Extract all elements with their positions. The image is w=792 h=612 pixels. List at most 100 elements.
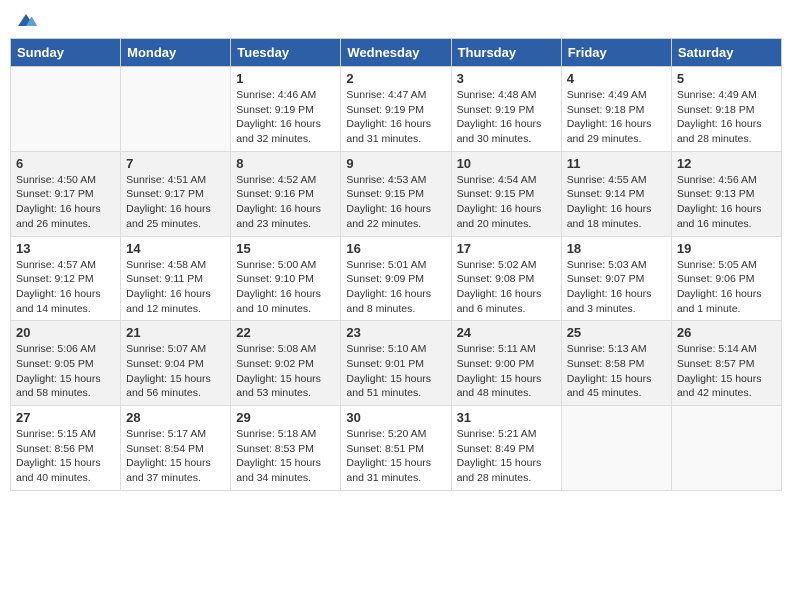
day-number: 19 xyxy=(677,241,776,256)
day-number: 16 xyxy=(346,241,445,256)
day-number: 18 xyxy=(567,241,666,256)
calendar-cell: 16 Sunrise: 5:01 AM Sunset: 9:09 PM Dayli… xyxy=(341,236,451,321)
day-number: 30 xyxy=(346,410,445,425)
calendar-cell: 19 Sunrise: 5:05 AM Sunset: 9:06 PM Dayli… xyxy=(671,236,781,321)
day-detail: Sunrise: 5:07 AM Sunset: 9:04 PM Dayligh… xyxy=(126,342,225,401)
calendar-cell: 5 Sunrise: 4:49 AM Sunset: 9:18 PM Daylig… xyxy=(671,67,781,152)
day-number: 27 xyxy=(16,410,115,425)
calendar-cell: 25Sunrise: 5:13 AM Sunset: 8:58 PM Dayli… xyxy=(561,321,671,406)
day-number: 9 xyxy=(346,156,445,171)
calendar-cell: 11Sunrise: 4:55 AM Sunset: 9:14 PM Dayli… xyxy=(561,151,671,236)
calendar-cell: 28 Sunrise: 5:17 AM Sunset: 8:54 PM Dayli… xyxy=(121,406,231,491)
calendar-cell: 29 Sunrise: 5:18 AM Sunset: 8:53 PM Dayli… xyxy=(231,406,341,491)
day-detail: Sunrise: 4:57 AM Sunset: 9:12 PM Dayligh… xyxy=(16,258,115,317)
day-number: 22 xyxy=(236,325,335,340)
day-detail: Sunrise: 4:54 AM Sunset: 9:15 PM Dayligh… xyxy=(457,173,556,232)
calendar-cell: 18Sunrise: 5:03 AM Sunset: 9:07 PM Dayli… xyxy=(561,236,671,321)
day-detail: Sunrise: 5:14 AM Sunset: 8:57 PM Dayligh… xyxy=(677,342,776,401)
day-number: 31 xyxy=(457,410,556,425)
column-header-monday: Monday xyxy=(121,39,231,67)
day-number: 21 xyxy=(126,325,225,340)
day-detail: Sunrise: 4:49 AM Sunset: 9:18 PM Dayligh… xyxy=(677,88,776,147)
calendar-week-row: 27Sunrise: 5:15 AM Sunset: 8:56 PM Dayli… xyxy=(11,406,782,491)
day-detail: Sunrise: 5:11 AM Sunset: 9:00 PM Dayligh… xyxy=(457,342,556,401)
column-header-thursday: Thursday xyxy=(451,39,561,67)
day-detail: Sunrise: 5:08 AM Sunset: 9:02 PM Dayligh… xyxy=(236,342,335,401)
calendar-week-row: 20 Sunrise: 5:06 AM Sunset: 9:05 PM Dayli… xyxy=(11,321,782,406)
day-number: 10 xyxy=(457,156,556,171)
day-number: 12 xyxy=(677,156,776,171)
day-detail: Sunrise: 4:46 AM Sunset: 9:19 PM Dayligh… xyxy=(236,88,335,147)
calendar-week-row: 13Sunrise: 4:57 AM Sunset: 9:12 PM Dayli… xyxy=(11,236,782,321)
calendar-cell xyxy=(561,406,671,491)
day-detail: Sunrise: 4:58 AM Sunset: 9:11 PM Dayligh… xyxy=(126,258,225,317)
day-detail: Sunrise: 5:18 AM Sunset: 8:53 PM Dayligh… xyxy=(236,427,335,486)
day-number: 5 xyxy=(677,71,776,86)
calendar-cell: 2 Sunrise: 4:47 AM Sunset: 9:19 PM Daylig… xyxy=(341,67,451,152)
column-header-saturday: Saturday xyxy=(671,39,781,67)
calendar-cell: 3 Sunrise: 4:48 AM Sunset: 9:19 PM Daylig… xyxy=(451,67,561,152)
day-detail: Sunrise: 4:47 AM Sunset: 9:19 PM Dayligh… xyxy=(346,88,445,147)
calendar-cell: 17 Sunrise: 5:02 AM Sunset: 9:08 PM Dayli… xyxy=(451,236,561,321)
calendar-cell: 21 Sunrise: 5:07 AM Sunset: 9:04 PM Dayli… xyxy=(121,321,231,406)
day-number: 6 xyxy=(16,156,115,171)
calendar-cell: 15 Sunrise: 5:00 AM Sunset: 9:10 PM Dayli… xyxy=(231,236,341,321)
day-number: 24 xyxy=(457,325,556,340)
day-detail: Sunrise: 5:02 AM Sunset: 9:08 PM Dayligh… xyxy=(457,258,556,317)
day-detail: Sunrise: 5:05 AM Sunset: 9:06 PM Dayligh… xyxy=(677,258,776,317)
day-detail: Sunrise: 4:52 AM Sunset: 9:16 PM Dayligh… xyxy=(236,173,335,232)
calendar-cell: 23 Sunrise: 5:10 AM Sunset: 9:01 PM Dayli… xyxy=(341,321,451,406)
day-number: 7 xyxy=(126,156,225,171)
day-number: 23 xyxy=(346,325,445,340)
calendar-cell: 26Sunrise: 5:14 AM Sunset: 8:57 PM Dayli… xyxy=(671,321,781,406)
day-number: 8 xyxy=(236,156,335,171)
day-detail: Sunrise: 5:06 AM Sunset: 9:05 PM Dayligh… xyxy=(16,342,115,401)
day-detail: Sunrise: 5:13 AM Sunset: 8:58 PM Dayligh… xyxy=(567,342,666,401)
day-detail: Sunrise: 4:51 AM Sunset: 9:17 PM Dayligh… xyxy=(126,173,225,232)
column-header-friday: Friday xyxy=(561,39,671,67)
column-header-sunday: Sunday xyxy=(11,39,121,67)
logo xyxy=(14,10,40,30)
day-detail: Sunrise: 5:00 AM Sunset: 9:10 PM Dayligh… xyxy=(236,258,335,317)
calendar-cell: 20 Sunrise: 5:06 AM Sunset: 9:05 PM Dayli… xyxy=(11,321,121,406)
calendar-cell xyxy=(121,67,231,152)
calendar-table: SundayMondayTuesdayWednesdayThursdayFrid… xyxy=(10,38,782,491)
day-number: 3 xyxy=(457,71,556,86)
day-detail: Sunrise: 5:10 AM Sunset: 9:01 PM Dayligh… xyxy=(346,342,445,401)
day-detail: Sunrise: 4:56 AM Sunset: 9:13 PM Dayligh… xyxy=(677,173,776,232)
day-number: 29 xyxy=(236,410,335,425)
day-detail: Sunrise: 4:48 AM Sunset: 9:19 PM Dayligh… xyxy=(457,88,556,147)
calendar-cell: 24 Sunrise: 5:11 AM Sunset: 9:00 PM Dayli… xyxy=(451,321,561,406)
calendar-cell: 7 Sunrise: 4:51 AM Sunset: 9:17 PM Daylig… xyxy=(121,151,231,236)
calendar-cell: 27Sunrise: 5:15 AM Sunset: 8:56 PM Dayli… xyxy=(11,406,121,491)
day-detail: Sunrise: 5:17 AM Sunset: 8:54 PM Dayligh… xyxy=(126,427,225,486)
calendar-week-row: 6 Sunrise: 4:50 AM Sunset: 9:17 PM Daylig… xyxy=(11,151,782,236)
day-detail: Sunrise: 4:55 AM Sunset: 9:14 PM Dayligh… xyxy=(567,173,666,232)
day-number: 4 xyxy=(567,71,666,86)
column-header-tuesday: Tuesday xyxy=(231,39,341,67)
page-header xyxy=(10,10,782,30)
calendar-cell: 22 Sunrise: 5:08 AM Sunset: 9:02 PM Dayli… xyxy=(231,321,341,406)
calendar-cell: 13Sunrise: 4:57 AM Sunset: 9:12 PM Dayli… xyxy=(11,236,121,321)
calendar-cell: 12 Sunrise: 4:56 AM Sunset: 9:13 PM Dayli… xyxy=(671,151,781,236)
calendar-cell: 6 Sunrise: 4:50 AM Sunset: 9:17 PM Daylig… xyxy=(11,151,121,236)
calendar-cell: 4Sunrise: 4:49 AM Sunset: 9:18 PM Daylig… xyxy=(561,67,671,152)
calendar-cell: 31Sunrise: 5:21 AM Sunset: 8:49 PM Dayli… xyxy=(451,406,561,491)
day-number: 20 xyxy=(16,325,115,340)
day-detail: Sunrise: 4:53 AM Sunset: 9:15 PM Dayligh… xyxy=(346,173,445,232)
calendar-cell: 10 Sunrise: 4:54 AM Sunset: 9:15 PM Dayli… xyxy=(451,151,561,236)
column-header-wednesday: Wednesday xyxy=(341,39,451,67)
calendar-cell: 9 Sunrise: 4:53 AM Sunset: 9:15 PM Daylig… xyxy=(341,151,451,236)
calendar-cell: 30Sunrise: 5:20 AM Sunset: 8:51 PM Dayli… xyxy=(341,406,451,491)
day-number: 17 xyxy=(457,241,556,256)
day-number: 2 xyxy=(346,71,445,86)
logo-icon xyxy=(14,10,38,30)
day-number: 15 xyxy=(236,241,335,256)
day-number: 28 xyxy=(126,410,225,425)
day-detail: Sunrise: 4:50 AM Sunset: 9:17 PM Dayligh… xyxy=(16,173,115,232)
calendar-header-row: SundayMondayTuesdayWednesdayThursdayFrid… xyxy=(11,39,782,67)
calendar-cell: 1Sunrise: 4:46 AM Sunset: 9:19 PM Daylig… xyxy=(231,67,341,152)
calendar-week-row: 1Sunrise: 4:46 AM Sunset: 9:19 PM Daylig… xyxy=(11,67,782,152)
day-detail: Sunrise: 5:01 AM Sunset: 9:09 PM Dayligh… xyxy=(346,258,445,317)
calendar-cell xyxy=(11,67,121,152)
